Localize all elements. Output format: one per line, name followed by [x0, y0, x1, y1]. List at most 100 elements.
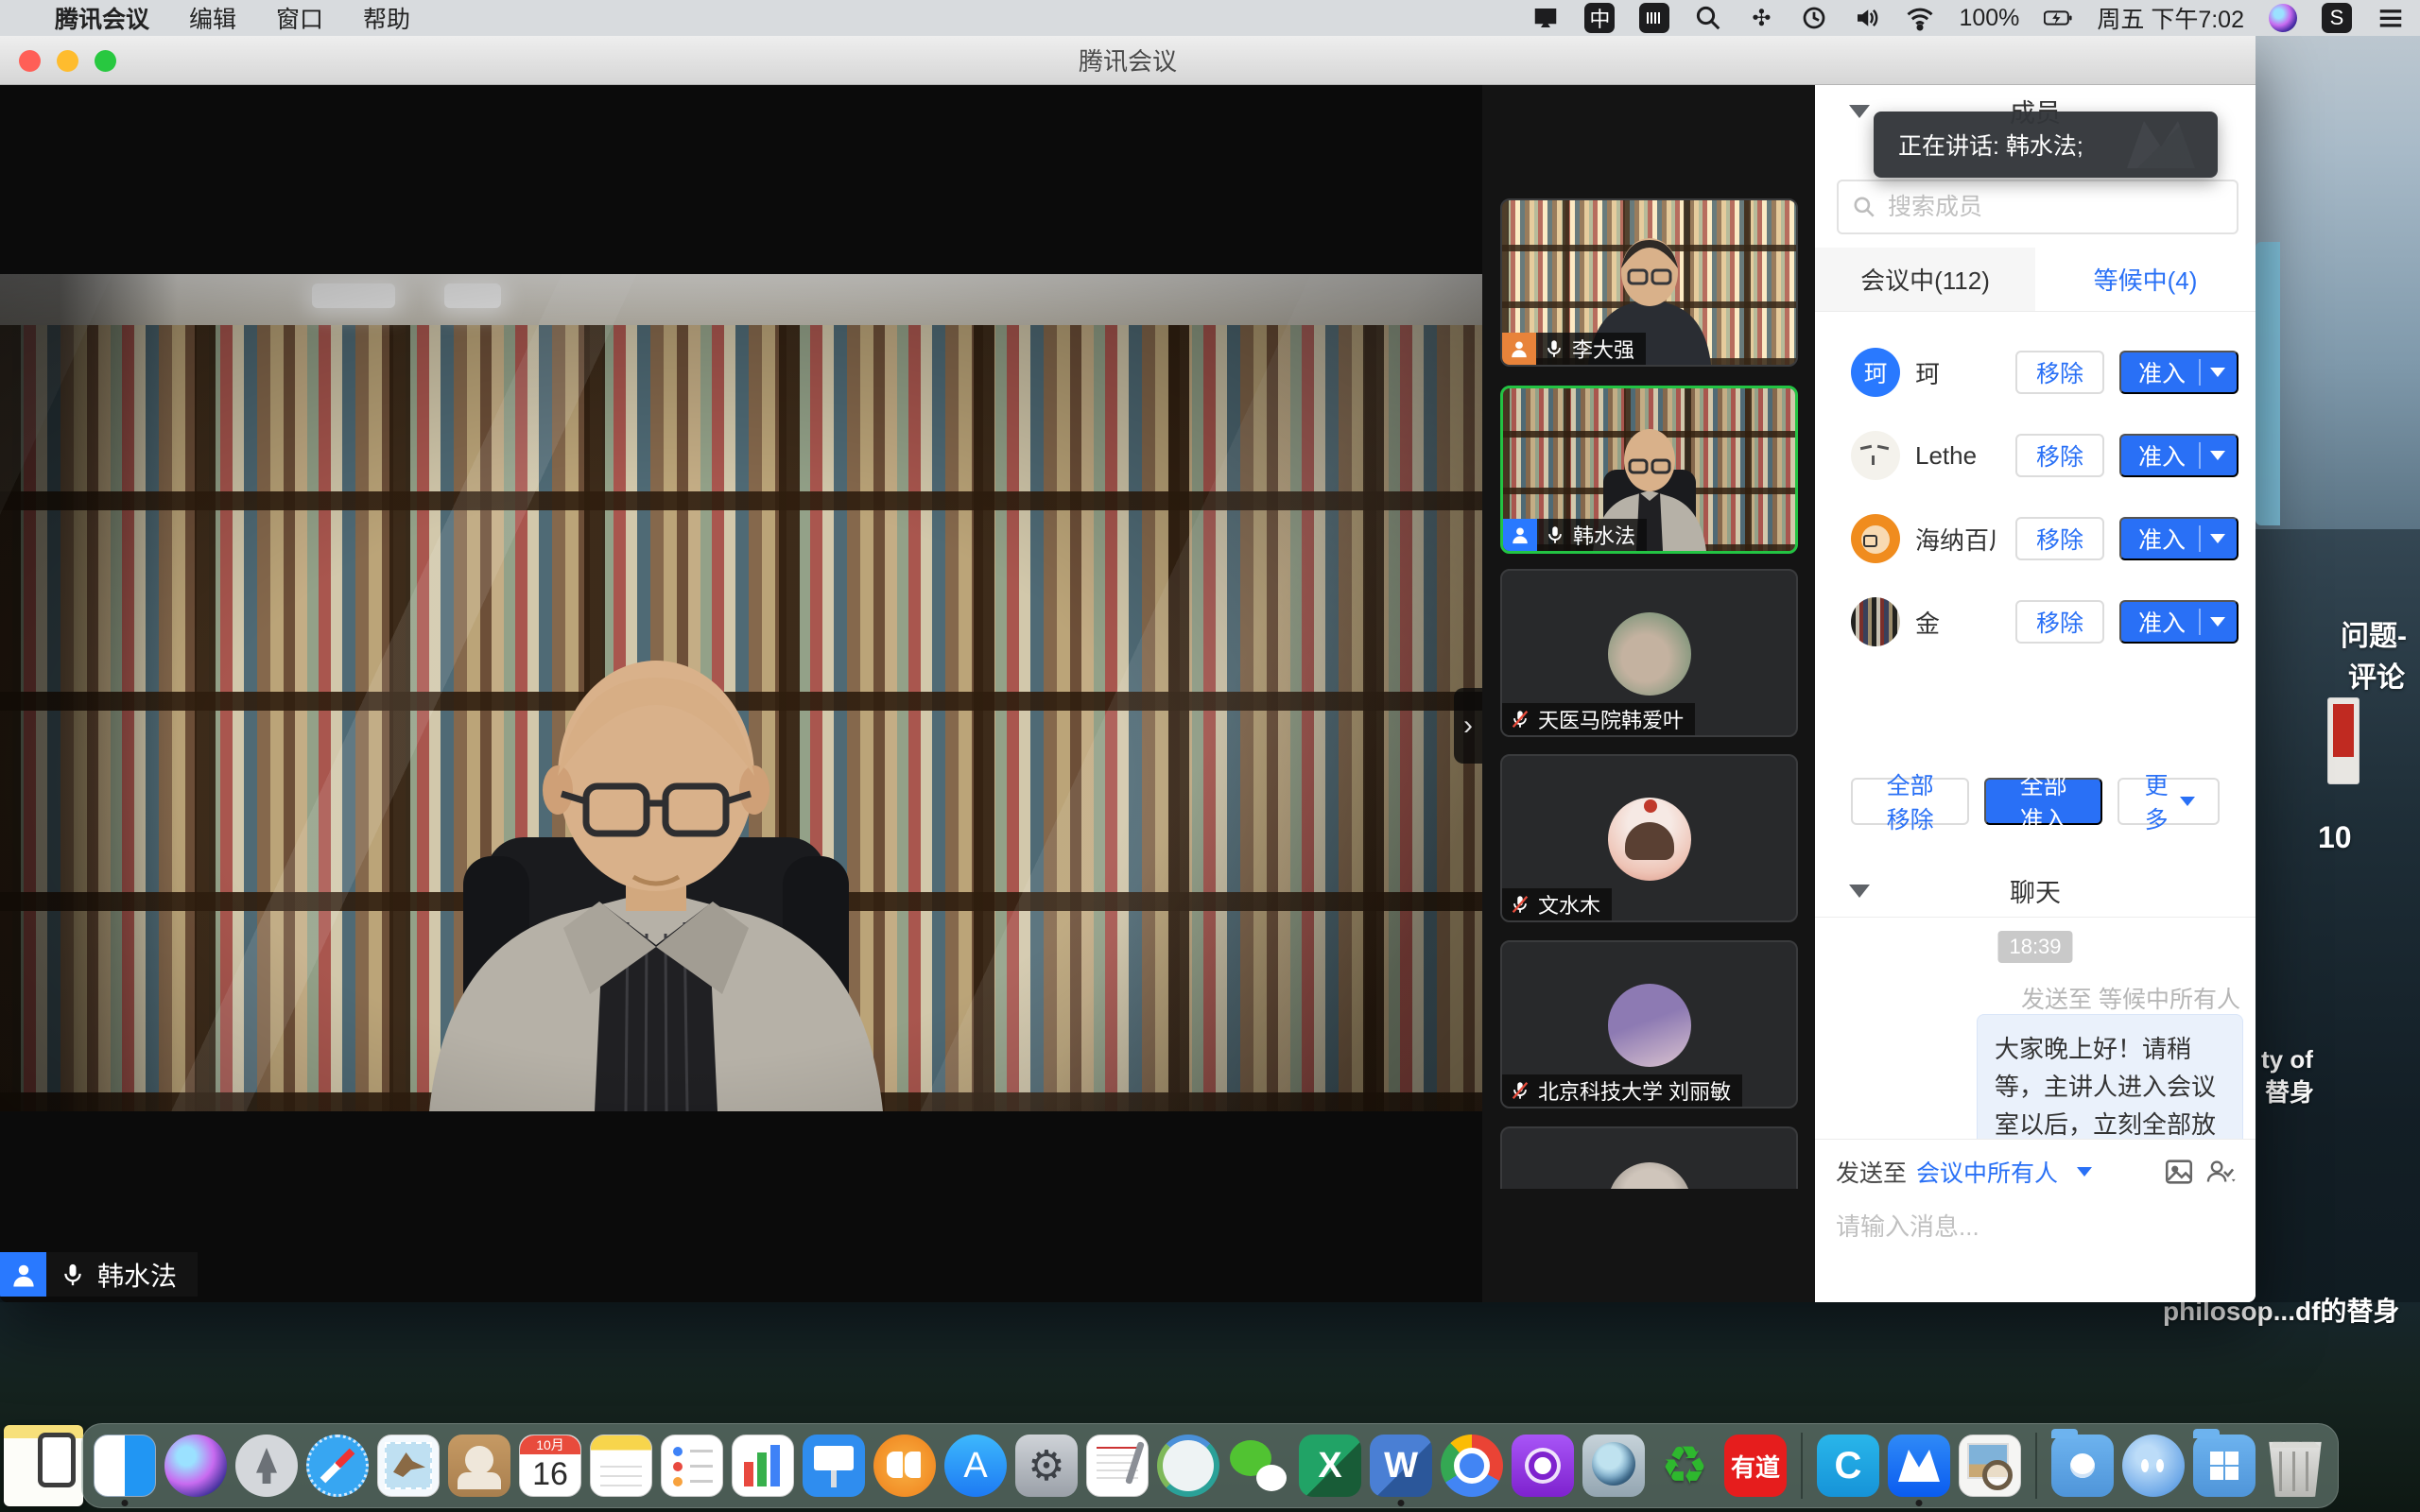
battery-icon[interactable] — [2044, 4, 2072, 32]
window-titlebar[interactable]: 腾讯会议 — [0, 36, 2256, 85]
dock-globe-app[interactable] — [1582, 1435, 1645, 1497]
dock-youdao[interactable]: 有道 — [1724, 1435, 1787, 1497]
send-to-target[interactable]: 会议中所有人 — [1916, 1155, 2058, 1189]
avatar — [1608, 1162, 1691, 1189]
dock-reminders[interactable] — [661, 1435, 723, 1497]
video-tile-hanaiye[interactable]: 天医马院韩爱叶 — [1500, 569, 1798, 737]
dock-podcasts[interactable] — [1512, 1435, 1574, 1497]
dock-wechat[interactable] — [1228, 1435, 1290, 1497]
wifi-icon[interactable] — [1906, 4, 1934, 32]
menu-app-name[interactable]: 腾讯会议 — [55, 1, 149, 35]
time-machine-icon[interactable] — [1800, 4, 1828, 32]
desktop-note-icon[interactable] — [4, 1425, 83, 1506]
dock-chrome[interactable] — [1441, 1435, 1503, 1497]
screen-mirroring-icon[interactable] — [1531, 4, 1560, 32]
admit-dropdown-icon[interactable] — [2210, 534, 2225, 543]
zoom-window-button[interactable] — [95, 50, 116, 72]
dock-word[interactable]: W — [1370, 1435, 1432, 1497]
window-title: 腾讯会议 — [1079, 43, 1177, 77]
menu-window[interactable]: 窗口 — [276, 1, 323, 35]
menu-edit[interactable]: 编辑 — [189, 1, 236, 35]
dock-books[interactable] — [873, 1435, 936, 1497]
bluetooth-icon[interactable]: ✣ — [1747, 4, 1775, 32]
admit-button[interactable]: 准入 — [2119, 517, 2238, 560]
dock-tencent-meeting[interactable] — [1888, 1435, 1950, 1497]
chat-input[interactable] — [1836, 1208, 2233, 1266]
collapse-chat-icon[interactable] — [1849, 885, 1870, 898]
tab-waiting[interactable]: 等候中(4) — [2035, 248, 2256, 311]
dock-drop-app[interactable] — [2122, 1435, 2185, 1497]
menu-help[interactable]: 帮助 — [363, 1, 410, 35]
dock-mail[interactable] — [377, 1435, 440, 1497]
video-tile-partial[interactable] — [1500, 1126, 1798, 1189]
dock-cajviewer[interactable]: C — [1817, 1435, 1879, 1497]
send-target-dropdown-icon[interactable] — [2077, 1167, 2092, 1177]
dock-keynote[interactable] — [803, 1435, 865, 1497]
dock-numbers[interactable] — [732, 1435, 794, 1497]
admit-dropdown-icon[interactable] — [2210, 451, 2225, 460]
menubar-clock[interactable]: 周五 下午7:02 — [2097, 1, 2244, 35]
dock-separator — [1801, 1433, 1803, 1499]
close-window-button[interactable] — [19, 50, 41, 72]
notification-center-icon[interactable] — [2377, 4, 2405, 32]
siri-icon[interactable] — [2269, 4, 2297, 32]
dock-excel[interactable]: X — [1299, 1435, 1361, 1497]
volume-icon[interactable] — [1853, 4, 1881, 32]
minimize-window-button[interactable] — [57, 50, 78, 72]
send-image-icon[interactable] — [2163, 1156, 2195, 1188]
dock-preview[interactable] — [1959, 1435, 2021, 1497]
video-tile-hanshuifa-active[interactable]: 韩水法 — [1500, 386, 1798, 554]
tile-name: 天医马院韩爱叶 — [1538, 704, 1684, 734]
remove-button[interactable]: 移除 — [2015, 351, 2104, 394]
collapse-strip-button[interactable]: › — [1454, 688, 1482, 764]
remove-button[interactable]: 移除 — [2015, 517, 2104, 560]
dock-textedit[interactable] — [1086, 1435, 1149, 1497]
dock-windows-folder[interactable] — [2193, 1435, 2256, 1497]
tab-in-meeting[interactable]: 会议中(112) — [1815, 248, 2035, 311]
dictation-icon[interactable] — [1639, 3, 1669, 33]
waiting-row: 金 移除 准入 — [1815, 580, 2256, 663]
dock-launchpad[interactable] — [235, 1435, 298, 1497]
dock-contacts[interactable] — [448, 1435, 510, 1497]
member-permission-icon[interactable] — [2204, 1156, 2237, 1188]
dock-calendar[interactable]: 10月16 — [519, 1435, 581, 1497]
member-search[interactable] — [1837, 180, 2238, 234]
tile-name: 北京科技大学 刘丽敏 — [1538, 1075, 1731, 1106]
input-source-icon[interactable]: 中 — [1584, 3, 1615, 33]
admit-button[interactable]: 准入 — [2119, 351, 2238, 394]
dock-trash[interactable] — [2264, 1435, 2326, 1497]
dock-siri[interactable] — [164, 1435, 227, 1497]
spotlight-icon[interactable] — [1694, 4, 1722, 32]
send-to-label: 发送至 — [1836, 1155, 1907, 1189]
search-icon — [1852, 195, 1876, 219]
video-tile-wenshuimu[interactable]: 文水木 — [1500, 754, 1798, 922]
dock-system-preferences[interactable]: ⚙ — [1015, 1435, 1078, 1497]
tile-name: 李大强 — [1572, 334, 1634, 364]
dock-notes[interactable] — [590, 1435, 652, 1497]
s-app-icon[interactable]: S — [2322, 3, 2352, 33]
dock-downloads-folder[interactable] — [2051, 1435, 2114, 1497]
member-name: Lethe — [1915, 441, 2000, 471]
remove-all-button[interactable]: 全部移除 — [1851, 778, 1969, 825]
admit-dropdown-icon[interactable] — [2210, 368, 2225, 377]
admit-button[interactable]: 准入 — [2119, 600, 2238, 644]
remove-button[interactable]: 移除 — [2015, 434, 2104, 477]
dock-safari[interactable] — [306, 1435, 369, 1497]
admit-button[interactable]: 准入 — [2119, 434, 2238, 477]
dock-appstore[interactable]: A — [944, 1435, 1007, 1497]
collapse-members-icon[interactable] — [1849, 105, 1870, 118]
desktop-file-label: 替身 — [2265, 1074, 2314, 1108]
dock-sync-app[interactable]: ♻ — [1653, 1435, 1716, 1497]
main-video-pane[interactable]: 韩水法 › — [0, 85, 1482, 1302]
dock-finder[interactable] — [94, 1435, 156, 1497]
video-tile-lidaqiang[interactable]: 李大强 — [1500, 198, 1798, 367]
admit-dropdown-icon[interactable] — [2210, 617, 2225, 627]
desktop-document-icon[interactable] — [2327, 697, 2360, 784]
admit-all-button[interactable]: 全部准入 — [1984, 778, 2102, 825]
dock-anyconnect[interactable] — [1157, 1435, 1219, 1497]
search-input[interactable] — [1888, 194, 2209, 221]
avatar — [1608, 798, 1691, 881]
remove-button[interactable]: 移除 — [2015, 600, 2104, 644]
more-button[interactable]: 更多 — [2118, 778, 2220, 825]
video-tile-liulimin[interactable]: 北京科技大学 刘丽敏 — [1500, 940, 1798, 1108]
